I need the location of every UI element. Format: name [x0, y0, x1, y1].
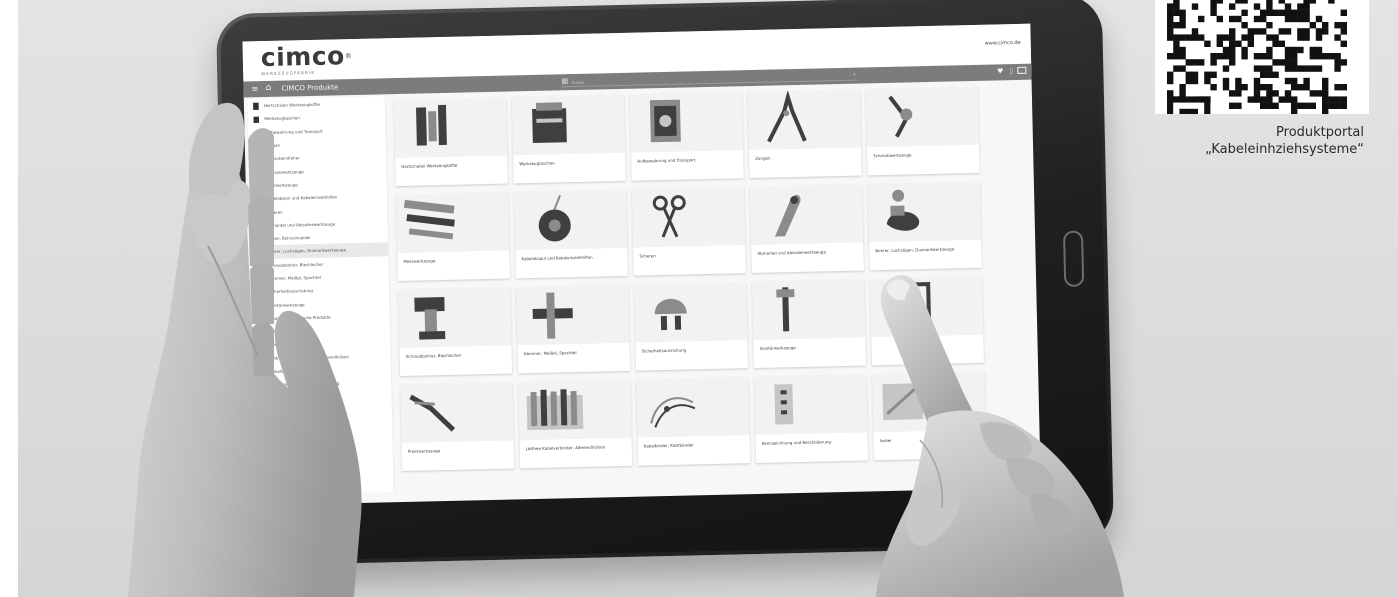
product-card[interactable]: Hämmer, Meißel, Spachtel [516, 284, 631, 374]
product-card[interactable]: Lötfreie Kabelverbinder, Aderendhülsen [518, 379, 633, 469]
product-card[interactable]: Werkzeugtaschen [511, 94, 626, 184]
product-card[interactable]: Bohrer, Lochsägen, Diamantwerkzeuge [867, 181, 982, 271]
left-hand [128, 102, 362, 597]
screw-tools-image [865, 86, 980, 148]
product-card[interactable]: Abmantel und Abisolierwerkzeuge [749, 184, 864, 274]
hammer-image [516, 284, 630, 346]
qr-caption-line2: „Kabeleinhziehsysteme“ [1205, 142, 1364, 157]
search-bar: ▤ ▾ [561, 71, 858, 88]
product-card-label: Sicherheitsausrüstung [641, 347, 687, 354]
product-card-label: Kabelabspul und Kabeleinziehhilfen [521, 254, 593, 262]
id-card-icon[interactable] [1017, 66, 1027, 74]
product-card[interactable]: Scheren [631, 187, 746, 276]
product-card-label: Bohrer, Lochsägen, Diamantwerkzeuge [875, 246, 955, 254]
safety-helmet-image [634, 282, 748, 343]
product-card[interactable]: Aufbewahrung und Transport [629, 92, 744, 181]
search-dropdown-icon[interactable]: ▾ [853, 72, 855, 77]
site-url-link[interactable]: www.cimco.de [985, 40, 1021, 47]
search-input[interactable] [571, 71, 842, 87]
product-card[interactable]: Kabelbinder, Klettbänder [636, 377, 751, 466]
product-card-label: Scheren [639, 253, 656, 259]
product-card-label: Zangen [755, 155, 771, 161]
qr-caption: Produktportal „Kabeleinhziehsysteme“ [1205, 124, 1364, 158]
hole-saw-image [867, 181, 982, 243]
scissors-image [631, 187, 746, 248]
product-card-label: Abmantel und Abisolierwerkzeuge [757, 249, 826, 256]
cable-connectors-image [518, 379, 632, 441]
cable-ties-image [636, 377, 750, 438]
product-card[interactable]: Schraubwerkzeuge [865, 86, 980, 176]
product-card[interactable]: Sicherheitsausrüstung [634, 282, 749, 371]
stripping-tool-image [749, 184, 864, 246]
cable-reel-image [513, 189, 628, 251]
product-card-label: Kabelbinder, Klettbänder [643, 442, 694, 449]
product-card-label: Schraubwerkzeuge [873, 152, 912, 159]
search-filter-icon[interactable]: ▤ [561, 77, 568, 85]
storage-box-image [629, 92, 744, 153]
product-card-label: Hämmer, Meißel, Spachtel [523, 350, 577, 357]
product-card-label: Sanitärwerkzeuge [759, 345, 796, 351]
right-hand-pointing [876, 275, 1124, 597]
qr-caption-line1: Produktportal [1276, 125, 1364, 140]
product-card[interactable]: Kabelabspul und Kabeleinziehhilfen [513, 189, 628, 279]
product-card-label: Werkzeugtaschen [519, 160, 555, 167]
pliers-image [747, 89, 862, 151]
product-card-label: Aufbewahrung und Transport [637, 157, 696, 164]
product-card-label: Lötfreie Kabelverbinder, Aderendhülsen [525, 444, 606, 452]
qr-code-panel [1155, 0, 1369, 140]
document-icon[interactable]: ▯ [1009, 67, 1013, 75]
product-card[interactable]: Zangen [747, 89, 862, 179]
tool-bag-image [511, 94, 626, 156]
qr-code[interactable] [1155, 0, 1369, 140]
heart-icon[interactable]: ♥ [997, 67, 1003, 75]
